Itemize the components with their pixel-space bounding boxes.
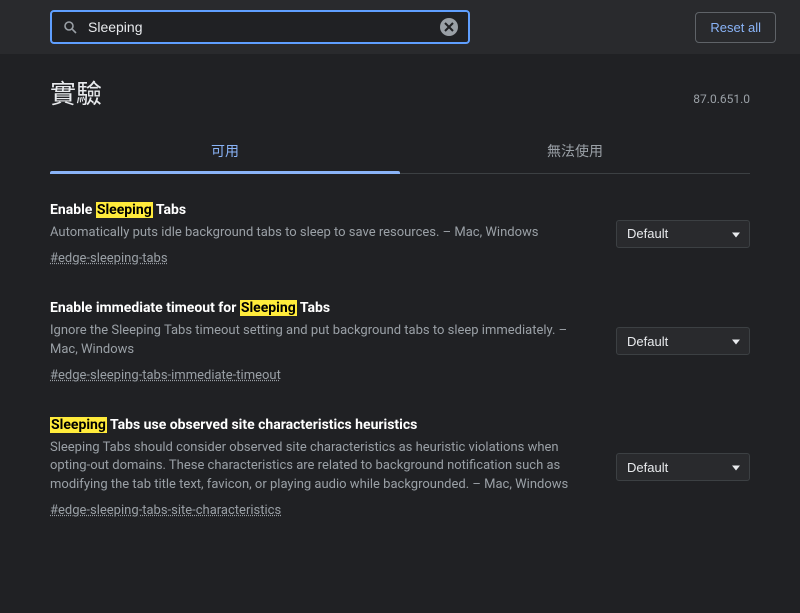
- page-title: 實驗: [50, 74, 102, 111]
- flag-description: Sleeping Tabs should consider observed s…: [50, 439, 592, 496]
- version-label: 87.0.651.0: [693, 92, 750, 106]
- flag-row: Enable Sleeping Tabs Automatically puts …: [50, 202, 750, 266]
- content: 實驗 87.0.651.0 可用 無法使用 Enable Sleeping Ta…: [0, 54, 800, 518]
- topbar: Reset all: [0, 0, 800, 54]
- search-highlight: Sleeping: [240, 300, 297, 316]
- search-input[interactable]: [88, 19, 430, 35]
- flag-title: Sleeping Tabs use observed site characte…: [50, 417, 592, 433]
- clear-search-button[interactable]: [440, 18, 458, 36]
- flag-title: Enable Sleeping Tabs: [50, 202, 592, 218]
- flag-select[interactable]: Default: [616, 453, 750, 481]
- flag-title: Enable immediate timeout for Sleeping Ta…: [50, 300, 592, 316]
- search-highlight: Sleeping: [50, 417, 107, 433]
- flag-select[interactable]: Default: [616, 327, 750, 355]
- tab-unavailable[interactable]: 無法使用: [400, 129, 750, 173]
- tab-available[interactable]: 可用: [50, 129, 400, 173]
- tabs: 可用 無法使用: [50, 129, 750, 174]
- flag-description: Ignore the Sleeping Tabs timeout setting…: [50, 322, 592, 360]
- header-row: 實驗 87.0.651.0: [50, 74, 750, 111]
- reset-all-button[interactable]: Reset all: [695, 12, 776, 43]
- flag-row: Sleeping Tabs use observed site characte…: [50, 417, 750, 519]
- flag-row: Enable immediate timeout for Sleeping Ta…: [50, 300, 750, 383]
- search-highlight: Sleeping: [96, 202, 153, 218]
- search-box[interactable]: [50, 10, 470, 44]
- flag-hash-link[interactable]: #edge-sleeping-tabs: [50, 251, 168, 266]
- search-icon: [62, 19, 78, 35]
- flag-description: Automatically puts idle background tabs …: [50, 224, 592, 243]
- flag-hash-link[interactable]: #edge-sleeping-tabs-immediate-timeout: [50, 368, 281, 383]
- flag-select[interactable]: Default: [616, 220, 750, 248]
- flag-hash-link[interactable]: #edge-sleeping-tabs-site-characteristics: [50, 503, 281, 518]
- flag-list: Enable Sleeping Tabs Automatically puts …: [50, 202, 750, 518]
